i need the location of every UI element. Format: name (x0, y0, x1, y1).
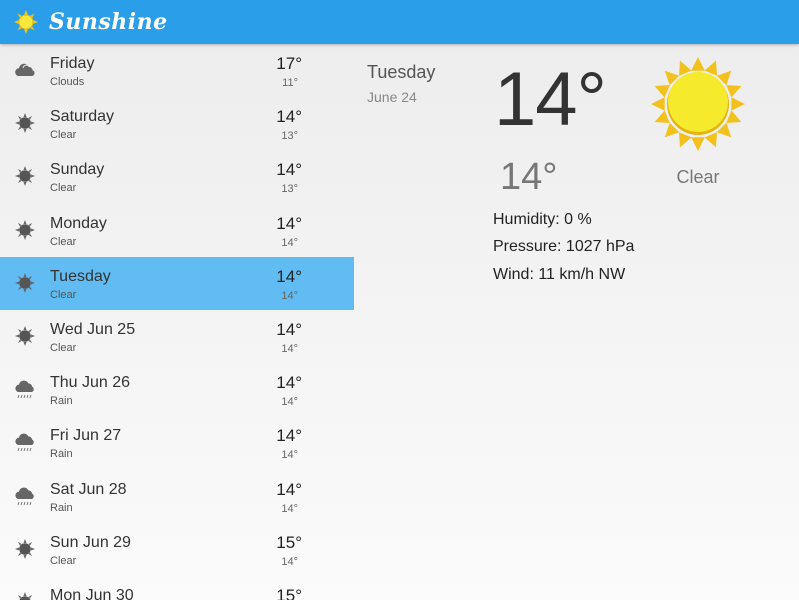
forecast-low: 13° (281, 183, 298, 196)
forecast-low: 14° (281, 342, 298, 355)
forecast-low: 13° (281, 130, 298, 143)
forecast-condition: Clear (50, 129, 77, 142)
forecast-day: Sat Jun 28 (50, 480, 127, 498)
forecast-condition: Rain (50, 501, 73, 514)
sun-icon (14, 112, 36, 134)
forecast-high: 14° (276, 373, 302, 393)
forecast-row[interactable]: Sunday Clear 14° 13° (0, 150, 354, 203)
detail-pane: Tuesday June 24 14° 14° Clear Humidity: … (354, 44, 799, 600)
app-bar: Sunshine (0, 0, 799, 44)
forecast-row[interactable]: Sat Jun 28 Rain 14° 14° (0, 470, 354, 523)
forecast-day: Sunday (50, 161, 105, 179)
forecast-day: Saturday (50, 108, 115, 126)
forecast-day: Mon Jun 30 (50, 586, 134, 600)
sun-icon (14, 538, 36, 560)
forecast-low: 14° (281, 289, 298, 302)
sun-icon (14, 165, 36, 187)
forecast-high: 14° (276, 160, 302, 180)
pressure-text: Pressure: 1027 hPa (493, 238, 635, 255)
forecast-row[interactable]: Monday Clear 14° 14° (0, 204, 354, 257)
forecast-low: 14° (281, 236, 298, 249)
forecast-row[interactable]: Thu Jun 26 Rain 14° 14° (0, 363, 354, 416)
forecast-condition: Clear (50, 288, 77, 301)
detail-condition: Clear (676, 167, 720, 187)
forecast-condition: Clear (50, 235, 77, 248)
sun-logo-icon (14, 10, 38, 34)
forecast-condition: Rain (50, 395, 73, 408)
forecast-day: Monday (50, 214, 107, 232)
forecast-high: 14° (276, 107, 302, 127)
forecast-high: 15° (276, 585, 302, 600)
forecast-day: Sun Jun 29 (50, 533, 131, 551)
forecast-condition: Clear (50, 182, 77, 195)
forecast-high: 15° (276, 532, 302, 552)
forecast-condition: Clear (50, 341, 77, 354)
forecast-row[interactable]: Mon Jun 30Clear15° (0, 576, 354, 600)
app-title: Sunshine (49, 9, 168, 35)
sun-art-icon (651, 57, 745, 151)
detail-low-temp: 14° (500, 156, 558, 198)
cloud-icon (14, 59, 36, 81)
forecast-low: 11° (282, 77, 298, 89)
forecast-row[interactable]: Friday Clouds 17° 11° (0, 44, 354, 97)
forecast-condition: Clear (50, 554, 77, 567)
forecast-row[interactable]: Wed Jun 25 Clear 14° 14° (0, 310, 354, 363)
forecast-list[interactable]: Friday Clouds 17° 11° Saturday Clear 14° 13° Sun… (0, 44, 354, 600)
forecast-row[interactable]: Saturday Clear 14° 13° (0, 97, 354, 150)
forecast-low: 14° (281, 555, 298, 568)
sun-icon (14, 591, 36, 600)
forecast-row[interactable]: Sun Jun 29 Clear 15° 14° (0, 523, 354, 576)
forecast-day: Tuesday (50, 267, 111, 285)
sun-icon (14, 272, 36, 294)
forecast-day: Thu Jun 26 (50, 374, 131, 392)
rain-icon (14, 485, 36, 507)
forecast-high: 14° (276, 426, 302, 446)
forecast-high: 14° (276, 213, 302, 233)
rain-icon (14, 378, 36, 400)
detail-day: Tuesday (367, 62, 436, 82)
forecast-row[interactable]: Tuesday Clear 14° 14° (0, 256, 354, 310)
sun-icon (14, 219, 36, 241)
forecast-low: 14° (281, 396, 298, 409)
wind-text: Wind: 11 km/h NW (493, 266, 626, 283)
detail-date: June 24 (367, 89, 417, 105)
forecast-condition: Clouds (50, 76, 85, 88)
forecast-row[interactable]: Fri Jun 27 Rain 14° 14° (0, 416, 354, 469)
detail-high-temp: 14° (494, 57, 607, 142)
humidity-text: Humidity: 0 % (493, 211, 592, 228)
forecast-high: 14° (276, 479, 302, 499)
forecast-day: Fri Jun 27 (50, 427, 122, 445)
rain-icon (14, 431, 36, 453)
forecast-condition: Rain (50, 448, 73, 461)
forecast-high: 14° (276, 266, 302, 286)
sun-icon (14, 325, 36, 347)
forecast-high: 17° (276, 54, 302, 73)
forecast-day: Wed Jun 25 (50, 320, 136, 338)
forecast-low: 14° (281, 449, 298, 462)
forecast-low: 14° (281, 502, 298, 515)
forecast-high: 14° (276, 319, 302, 339)
forecast-day: Friday (50, 55, 95, 72)
